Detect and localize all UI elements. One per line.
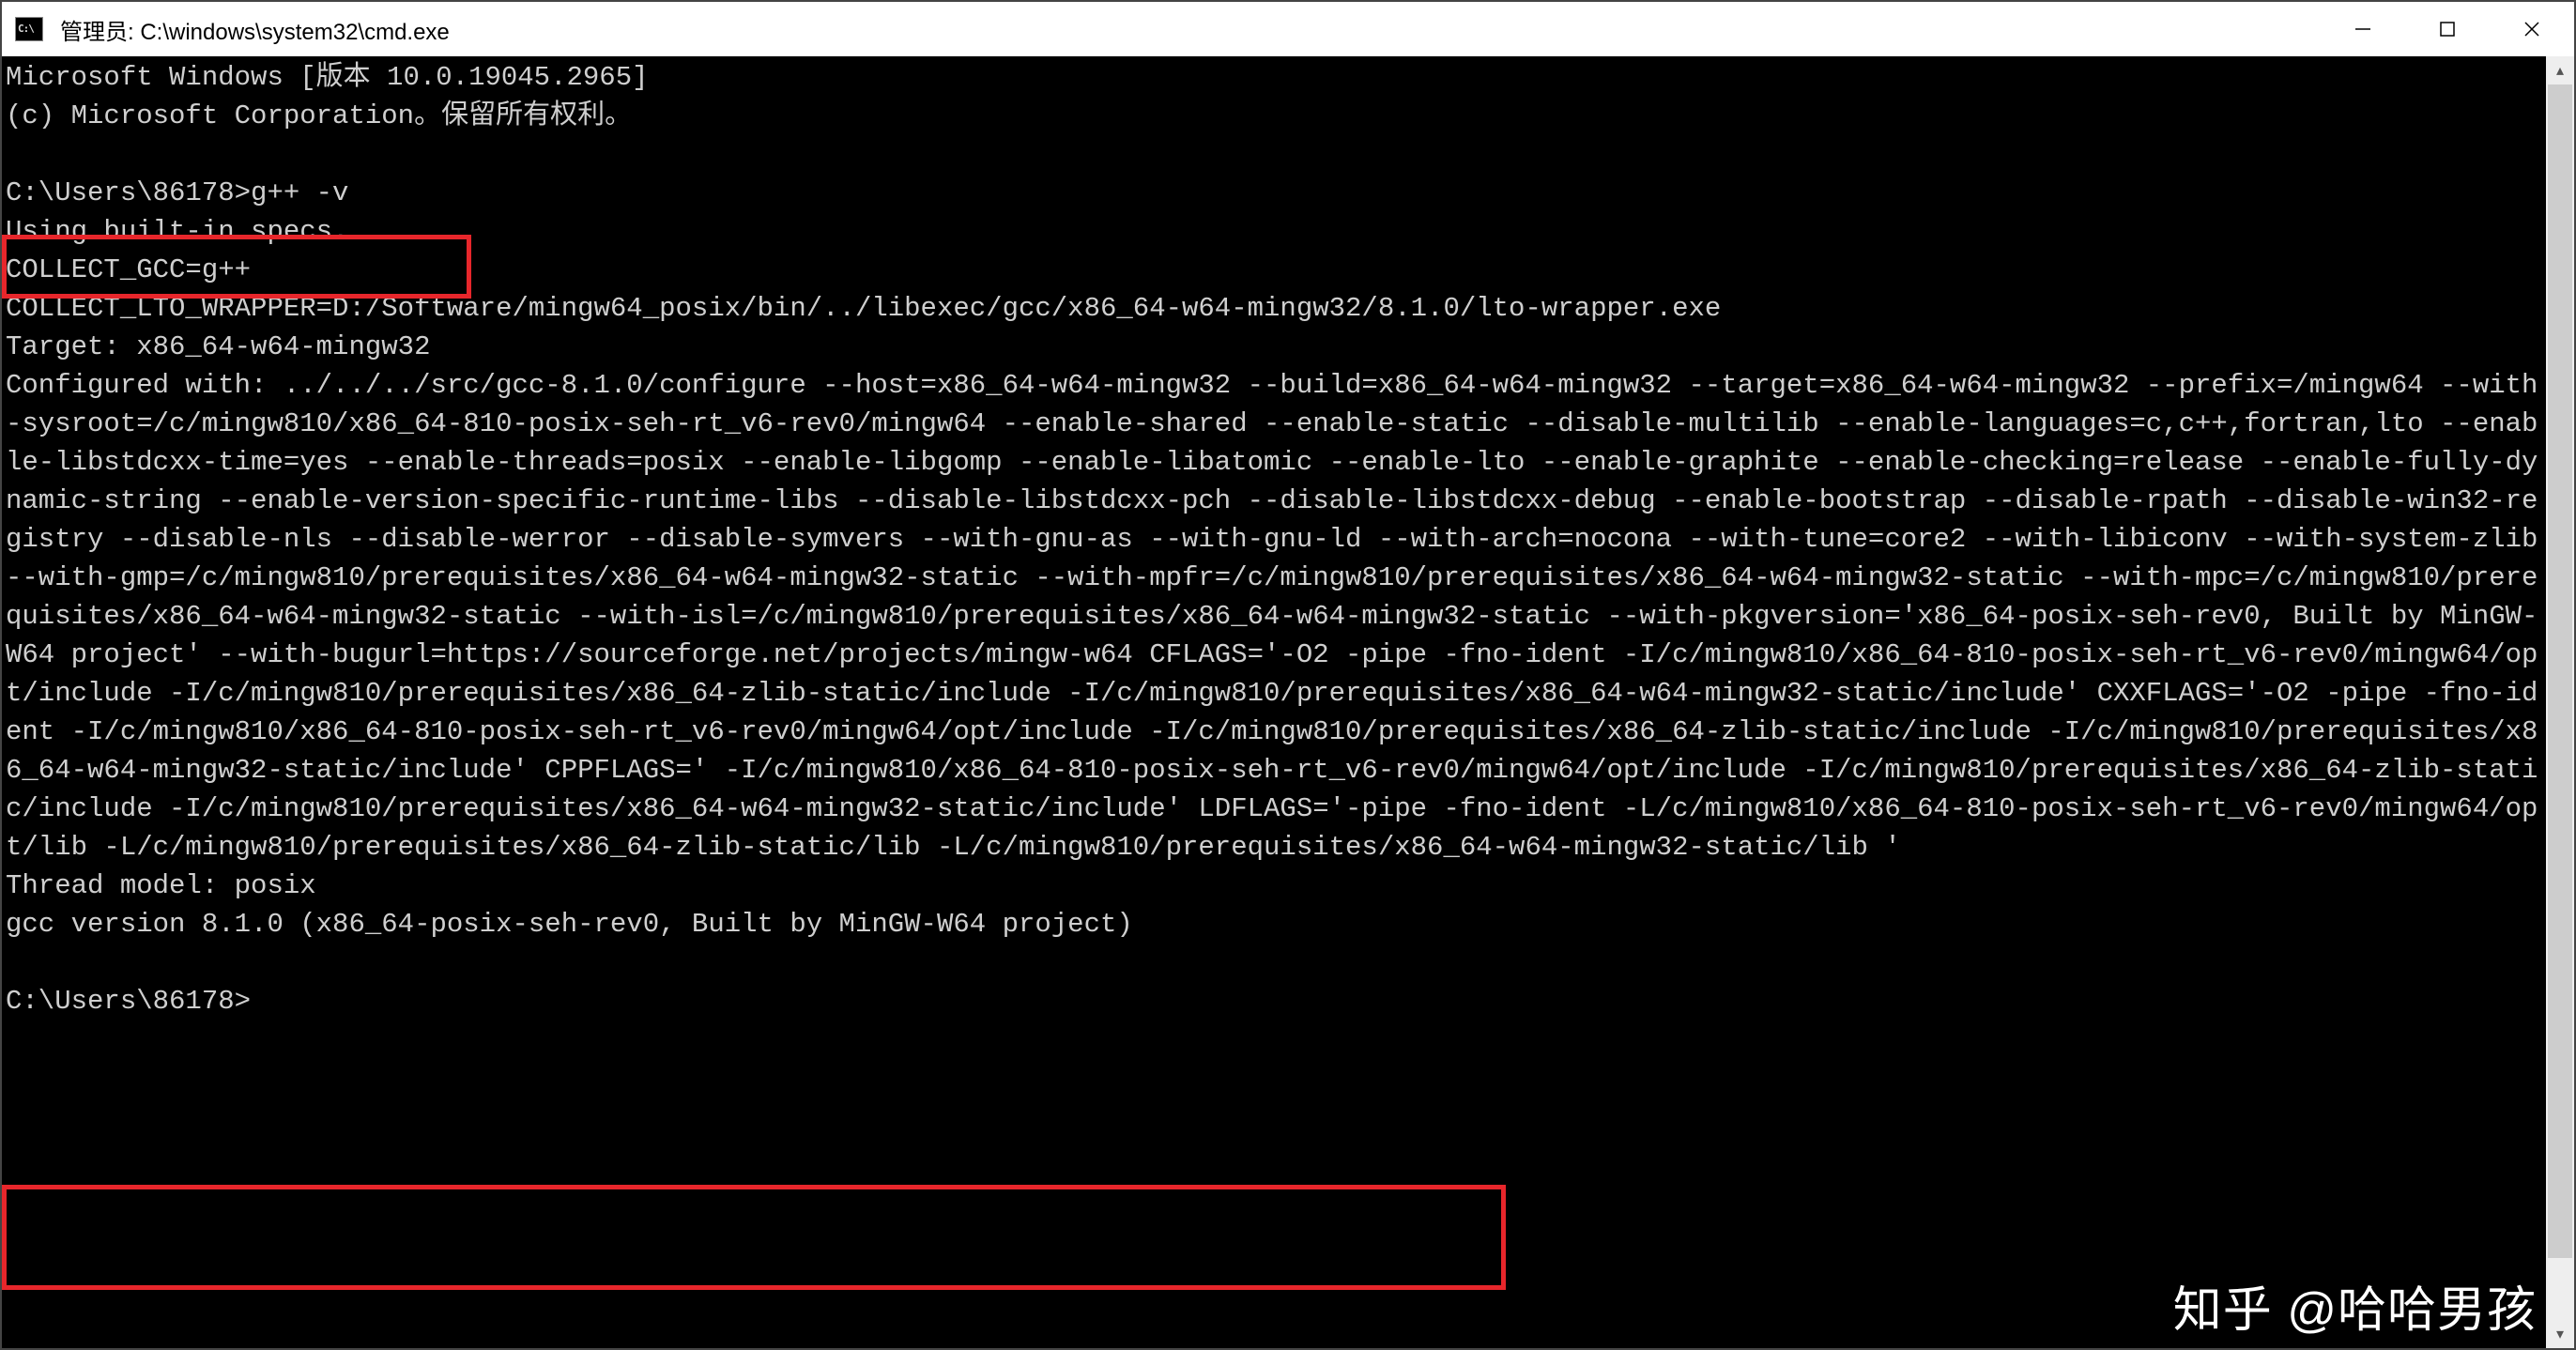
minimize-button[interactable]	[2321, 2, 2405, 56]
watermark: 知乎 @哈哈男孩	[2173, 1270, 2537, 1341]
maximize-button[interactable]	[2405, 2, 2490, 56]
titlebar[interactable]: 管理员: C:\windows\system32\cmd.exe	[2, 2, 2574, 56]
terminal-area[interactable]: Microsoft Windows [版本 10.0.19045.2965] (…	[2, 56, 2574, 1348]
scroll-up-button[interactable]: ▴	[2546, 56, 2574, 84]
command-prompt-window: 管理员: C:\windows\system32\cmd.exe Microso…	[0, 0, 2576, 1350]
cmd-icon	[2, 2, 56, 56]
window-title: 管理员: C:\windows\system32\cmd.exe	[60, 13, 450, 46]
vertical-scrollbar[interactable]: ▴ ▾	[2546, 56, 2574, 1348]
highlight-version	[2, 1185, 1506, 1290]
scroll-thumb[interactable]	[2548, 84, 2572, 1258]
close-button[interactable]	[2490, 2, 2574, 56]
terminal-output: Microsoft Windows [版本 10.0.19045.2965] (…	[2, 56, 2546, 1022]
scroll-down-button[interactable]: ▾	[2546, 1320, 2574, 1348]
